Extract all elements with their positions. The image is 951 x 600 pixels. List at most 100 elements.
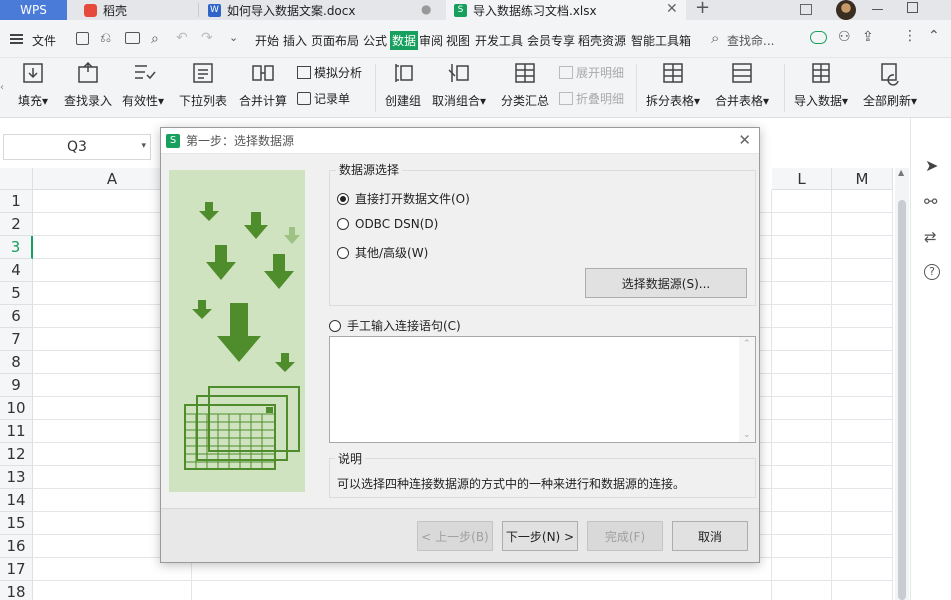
menu-item-5[interactable]: 数据 <box>390 31 419 50</box>
merge-calc-button[interactable]: 合并计算 <box>239 60 287 109</box>
textarea-scrollbar[interactable]: ⌃ ⌄ <box>739 337 755 442</box>
tab-xlsx[interactable]: S 导入数据练习文档.xlsx <box>446 0 686 20</box>
search-command-input[interactable]: 查找命... <box>727 32 774 49</box>
menu-file[interactable]: 文件 <box>32 32 56 49</box>
radio-manual-connection[interactable]: 手工输入连接语句(C) <box>329 317 461 334</box>
row-header-14[interactable]: 14 <box>0 489 33 512</box>
validity-button[interactable]: 有效性▾ <box>122 60 164 109</box>
collapse-detail-icon <box>559 92 573 105</box>
undo-history-icon[interactable]: ⎌ <box>100 30 111 46</box>
more-icon[interactable]: ⋮ <box>903 28 917 44</box>
simulate-analysis-button[interactable]: 模拟分析 <box>297 64 362 81</box>
row-header-3[interactable]: 3 <box>0 236 33 259</box>
row-header-11[interactable]: 11 <box>0 420 33 443</box>
tab-daoke[interactable]: 稻壳 <box>70 0 196 20</box>
vertical-scrollbar[interactable]: ▲ <box>895 168 909 600</box>
menu-item-6[interactable]: 审阅 <box>419 32 443 49</box>
tab-wps[interactable]: WPS <box>0 0 67 20</box>
chevron-down-icon[interactable]: ⌄ <box>229 31 238 44</box>
split-table-button[interactable]: 拆分表格▾ <box>646 60 700 109</box>
row-header-8[interactable]: 8 <box>0 351 33 374</box>
minimize-icon[interactable] <box>872 9 883 10</box>
connection-statement-textarea[interactable]: ⌃ ⌄ <box>329 336 756 443</box>
maximize-icon[interactable] <box>907 2 918 13</box>
menu-item-11[interactable]: 智能工具箱 <box>631 32 691 49</box>
row-header-13[interactable]: 13 <box>0 466 33 489</box>
select-all-corner[interactable] <box>0 168 33 190</box>
row-header-15[interactable]: 15 <box>0 512 33 535</box>
close-tab-icon[interactable]: ✕ <box>666 1 678 17</box>
print-icon[interactable] <box>125 32 140 44</box>
collapse-detail-button[interactable]: 折叠明细 <box>559 90 624 107</box>
share-icon[interactable]: ⇪ <box>862 29 874 45</box>
row-header-2[interactable]: 2 <box>0 213 33 236</box>
chevron-down-icon[interactable]: ▾ <box>141 141 146 151</box>
row-header-6[interactable]: 6 <box>0 305 33 328</box>
column-header-l[interactable]: L <box>772 168 832 190</box>
row-header-16[interactable]: 16 <box>0 535 33 558</box>
cursor-select-icon[interactable]: ➤ <box>925 156 938 175</box>
scroll-up-icon[interactable]: ▲ <box>898 168 904 177</box>
scroll-up-icon[interactable]: ⌃ <box>743 339 751 349</box>
menu-item-8[interactable]: 开发工具 <box>475 32 523 49</box>
row-header-1[interactable]: 1 <box>0 190 33 213</box>
find-entry-button[interactable]: 查找录入 <box>64 60 112 109</box>
save-icon[interactable] <box>76 32 89 45</box>
row-header-17[interactable]: 17 <box>0 558 33 581</box>
window-icon[interactable] <box>800 4 812 15</box>
row-header-12[interactable]: 12 <box>0 443 33 466</box>
undo-icon[interactable]: ↶ <box>176 30 188 46</box>
transform-icon[interactable]: ⇄ <box>924 228 937 246</box>
tab-docx[interactable]: W 如何导入数据文案.docx <box>200 0 440 20</box>
import-data-button[interactable]: 导入数据▾ <box>794 60 848 109</box>
subtotal-button[interactable]: 分类汇总 <box>501 60 549 109</box>
name-box[interactable]: Q3 ▾ <box>3 134 151 160</box>
dropdown-list-button[interactable]: 下拉列表 <box>179 60 227 109</box>
share-user-icon[interactable]: ⚇ <box>838 29 851 45</box>
scroll-thumb[interactable] <box>898 200 906 600</box>
menu-item-9[interactable]: 会员专享 <box>527 32 575 49</box>
select-data-source-button[interactable]: 选择数据源(S)... <box>585 268 747 298</box>
redo-icon[interactable]: ↷ <box>201 30 213 46</box>
print-preview-icon[interactable]: ⌕ <box>151 31 159 47</box>
scroll-down-icon[interactable]: ⌄ <box>743 430 751 440</box>
properties-icon[interactable]: ⚯ <box>924 192 937 211</box>
menu-item-4[interactable]: 公式 <box>363 32 387 49</box>
radio-other-advanced[interactable]: 其他/高级(W) <box>337 244 428 261</box>
menu-item-7[interactable]: 视图 <box>446 32 470 49</box>
cloud-sync-icon[interactable] <box>810 31 827 44</box>
help-icon[interactable]: ? <box>924 264 940 280</box>
menu-item-3[interactable]: 页面布局 <box>311 32 359 49</box>
refresh-all-button[interactable]: 全部刷新▾ <box>863 60 917 109</box>
radio-open-data-file[interactable]: 直接打开数据文件(O) <box>337 190 470 207</box>
menu-item-10[interactable]: 稻壳资源 <box>578 32 626 49</box>
row-header-5[interactable]: 5 <box>0 282 33 305</box>
new-tab-icon[interactable]: + <box>695 0 710 18</box>
dialog-close-icon[interactable]: ✕ <box>738 131 751 149</box>
column-header-m[interactable]: M <box>832 168 893 190</box>
collapse-ribbon-icon[interactable]: ⌃ <box>928 28 940 44</box>
avatar[interactable] <box>836 0 856 20</box>
row-header-10[interactable]: 10 <box>0 397 33 420</box>
expand-detail-button[interactable]: 展开明细 <box>559 64 624 81</box>
cancel-button[interactable]: 取消 <box>672 521 748 551</box>
menu-item-1[interactable]: 开始 <box>255 32 279 49</box>
row-header-18[interactable]: 18 <box>0 581 33 600</box>
row-header-7[interactable]: 7 <box>0 328 33 351</box>
menu-item-2[interactable]: 插入 <box>283 32 307 49</box>
fill-button[interactable]: 填充▾ <box>18 60 48 109</box>
ribbon-divider <box>636 64 637 112</box>
prev-step-button[interactable]: < 上一步(B) <box>417 521 493 551</box>
row-header-4[interactable]: 4 <box>0 259 33 282</box>
ribbon-scroll-left-icon[interactable]: ‹ <box>0 82 4 93</box>
radio-odbc-dsn[interactable]: ODBC DSN(D) <box>337 217 438 231</box>
create-group-button[interactable]: 创建组 <box>385 60 421 109</box>
finish-button[interactable]: 完成(F) <box>587 521 663 551</box>
row-header-9[interactable]: 9 <box>0 374 33 397</box>
ungroup-button[interactable]: 取消组合▾ <box>432 60 486 109</box>
merge-table-button[interactable]: 合并表格▾ <box>715 60 769 109</box>
next-step-button[interactable]: 下一步(N) > <box>502 521 578 551</box>
hamburger-icon[interactable] <box>10 34 23 44</box>
tab-dot-icon[interactable]: ● <box>421 2 431 16</box>
record-sheet-button[interactable]: 记录单 <box>297 90 350 107</box>
